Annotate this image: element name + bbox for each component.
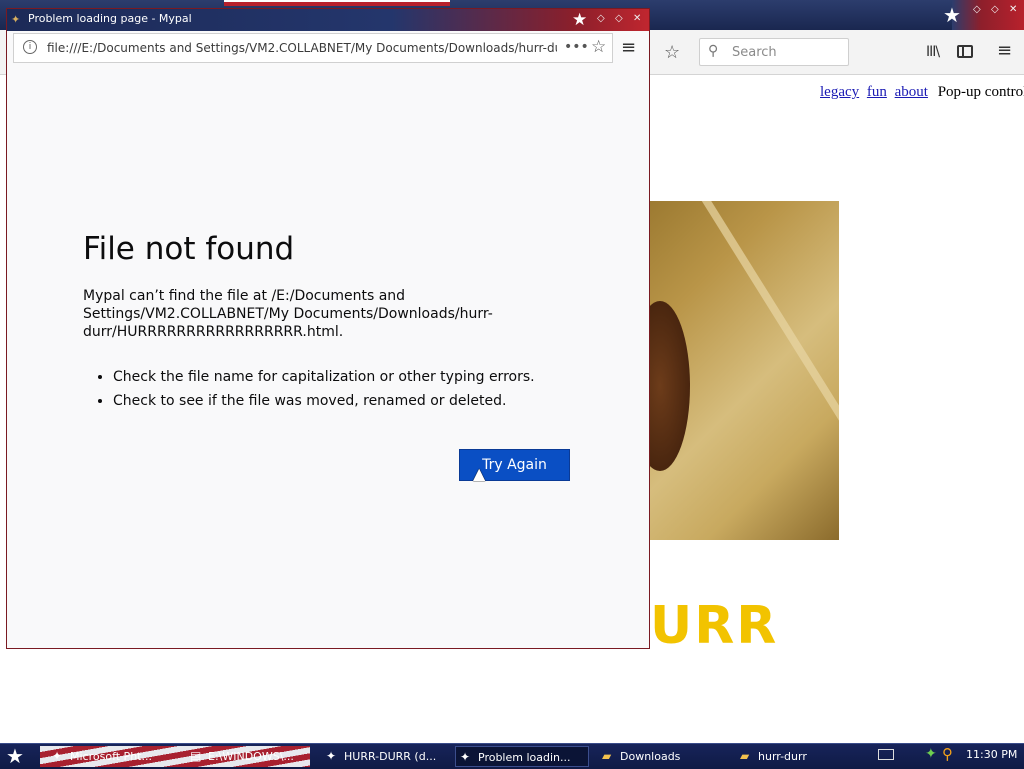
keyboard-icon[interactable] [878, 749, 894, 760]
sidebar-icon[interactable] [957, 45, 973, 58]
folder-icon: ▰ [740, 749, 750, 763]
mypal-icon: ✦ [11, 13, 21, 26]
app-icon: ✦ [52, 749, 63, 763]
page-actions-icon[interactable]: ••• [564, 39, 589, 55]
bookmark-star-icon[interactable]: ☆ [664, 42, 680, 63]
mouse-cursor-icon: ▲ [473, 464, 486, 483]
nav-links: legacy fun about Pop-up control [820, 84, 1024, 101]
popup-titlebar[interactable]: ✦ Problem loading page - Mypal ★ ◇ ◇ ✕ [7, 9, 649, 31]
list-item: Check to see if the file was moved, rena… [113, 393, 535, 409]
link-fun[interactable]: fun [867, 84, 887, 100]
hamburger-menu-icon[interactable]: ≡ [621, 37, 636, 58]
taskbar-item[interactable]: ✦ HURR-DURR (d... [322, 746, 450, 767]
background-headline: URR [650, 596, 779, 656]
search-tray-icon[interactable]: ⚲ [942, 745, 953, 763]
info-icon[interactable]: i [23, 40, 37, 54]
url-text[interactable]: file:///E:/Documents and Settings/VM2.CO… [47, 41, 557, 55]
minimize-icon[interactable]: ◇ [597, 13, 605, 24]
hamburger-menu-icon[interactable]: ≡ [997, 40, 1012, 61]
error-message: Mypal can’t find the file at /E:/Documen… [83, 288, 493, 340]
mypal-icon: ✦ [460, 750, 471, 764]
search-input[interactable]: ⚲ Search [699, 38, 849, 66]
taskbar-item[interactable]: ▰ hurr-durr [736, 746, 866, 767]
library-icon[interactable]: III\ [926, 44, 940, 60]
minimize-icon[interactable]: ◇ [973, 4, 981, 16]
taskbar-item[interactable]: ▰ Downloads [598, 746, 728, 767]
url-bar[interactable]: i file:///E:/Documents and Settings/VM2.… [13, 33, 613, 63]
list-item: Check the file name for capitalization o… [113, 369, 535, 385]
maximize-icon[interactable]: ◇ [615, 13, 623, 24]
search-placeholder: Search [732, 45, 777, 60]
link-about[interactable]: about [895, 84, 928, 100]
background-photo [650, 201, 839, 540]
background-tab-stripe [224, 0, 450, 6]
star-icon[interactable]: ★ [572, 10, 587, 30]
star-icon[interactable]: ★ [943, 3, 961, 27]
link-legacy[interactable]: legacy [820, 84, 859, 100]
mypal-icon: ✦ [326, 749, 337, 763]
taskbar-item-active[interactable]: ✦ Problem loadin... [455, 746, 589, 767]
taskbar-item[interactable]: ▤ E:\WINDOWS\... [186, 746, 314, 767]
bookmark-star-icon[interactable]: ☆ [591, 37, 606, 57]
notepad-icon: ▤ [190, 749, 202, 763]
popup-control-label[interactable]: Pop-up control [938, 84, 1024, 100]
error-title: File not found [83, 231, 295, 267]
search-icon: ⚲ [708, 43, 719, 59]
close-icon[interactable]: ✕ [633, 13, 641, 24]
suggestion-list: Check the file name for capitalization o… [83, 369, 535, 417]
taskbar: ★ ✦ Microsoft Pht... ▤ E:\WINDOWS\... ✦ … [0, 743, 1024, 769]
clock[interactable]: 11:30 PM [966, 748, 1017, 761]
close-icon[interactable]: ✕ [1009, 4, 1017, 16]
network-icon[interactable]: ✦ [925, 746, 937, 762]
popup-window: ✦ Problem loading page - Mypal ★ ◇ ◇ ✕ i… [6, 8, 650, 649]
start-star-icon[interactable]: ★ [6, 745, 24, 767]
maximize-icon[interactable]: ◇ [991, 4, 999, 16]
popup-title: Problem loading page - Mypal [28, 12, 192, 25]
taskbar-item[interactable]: ✦ Microsoft Pht... [48, 746, 183, 767]
folder-icon: ▰ [602, 749, 612, 763]
